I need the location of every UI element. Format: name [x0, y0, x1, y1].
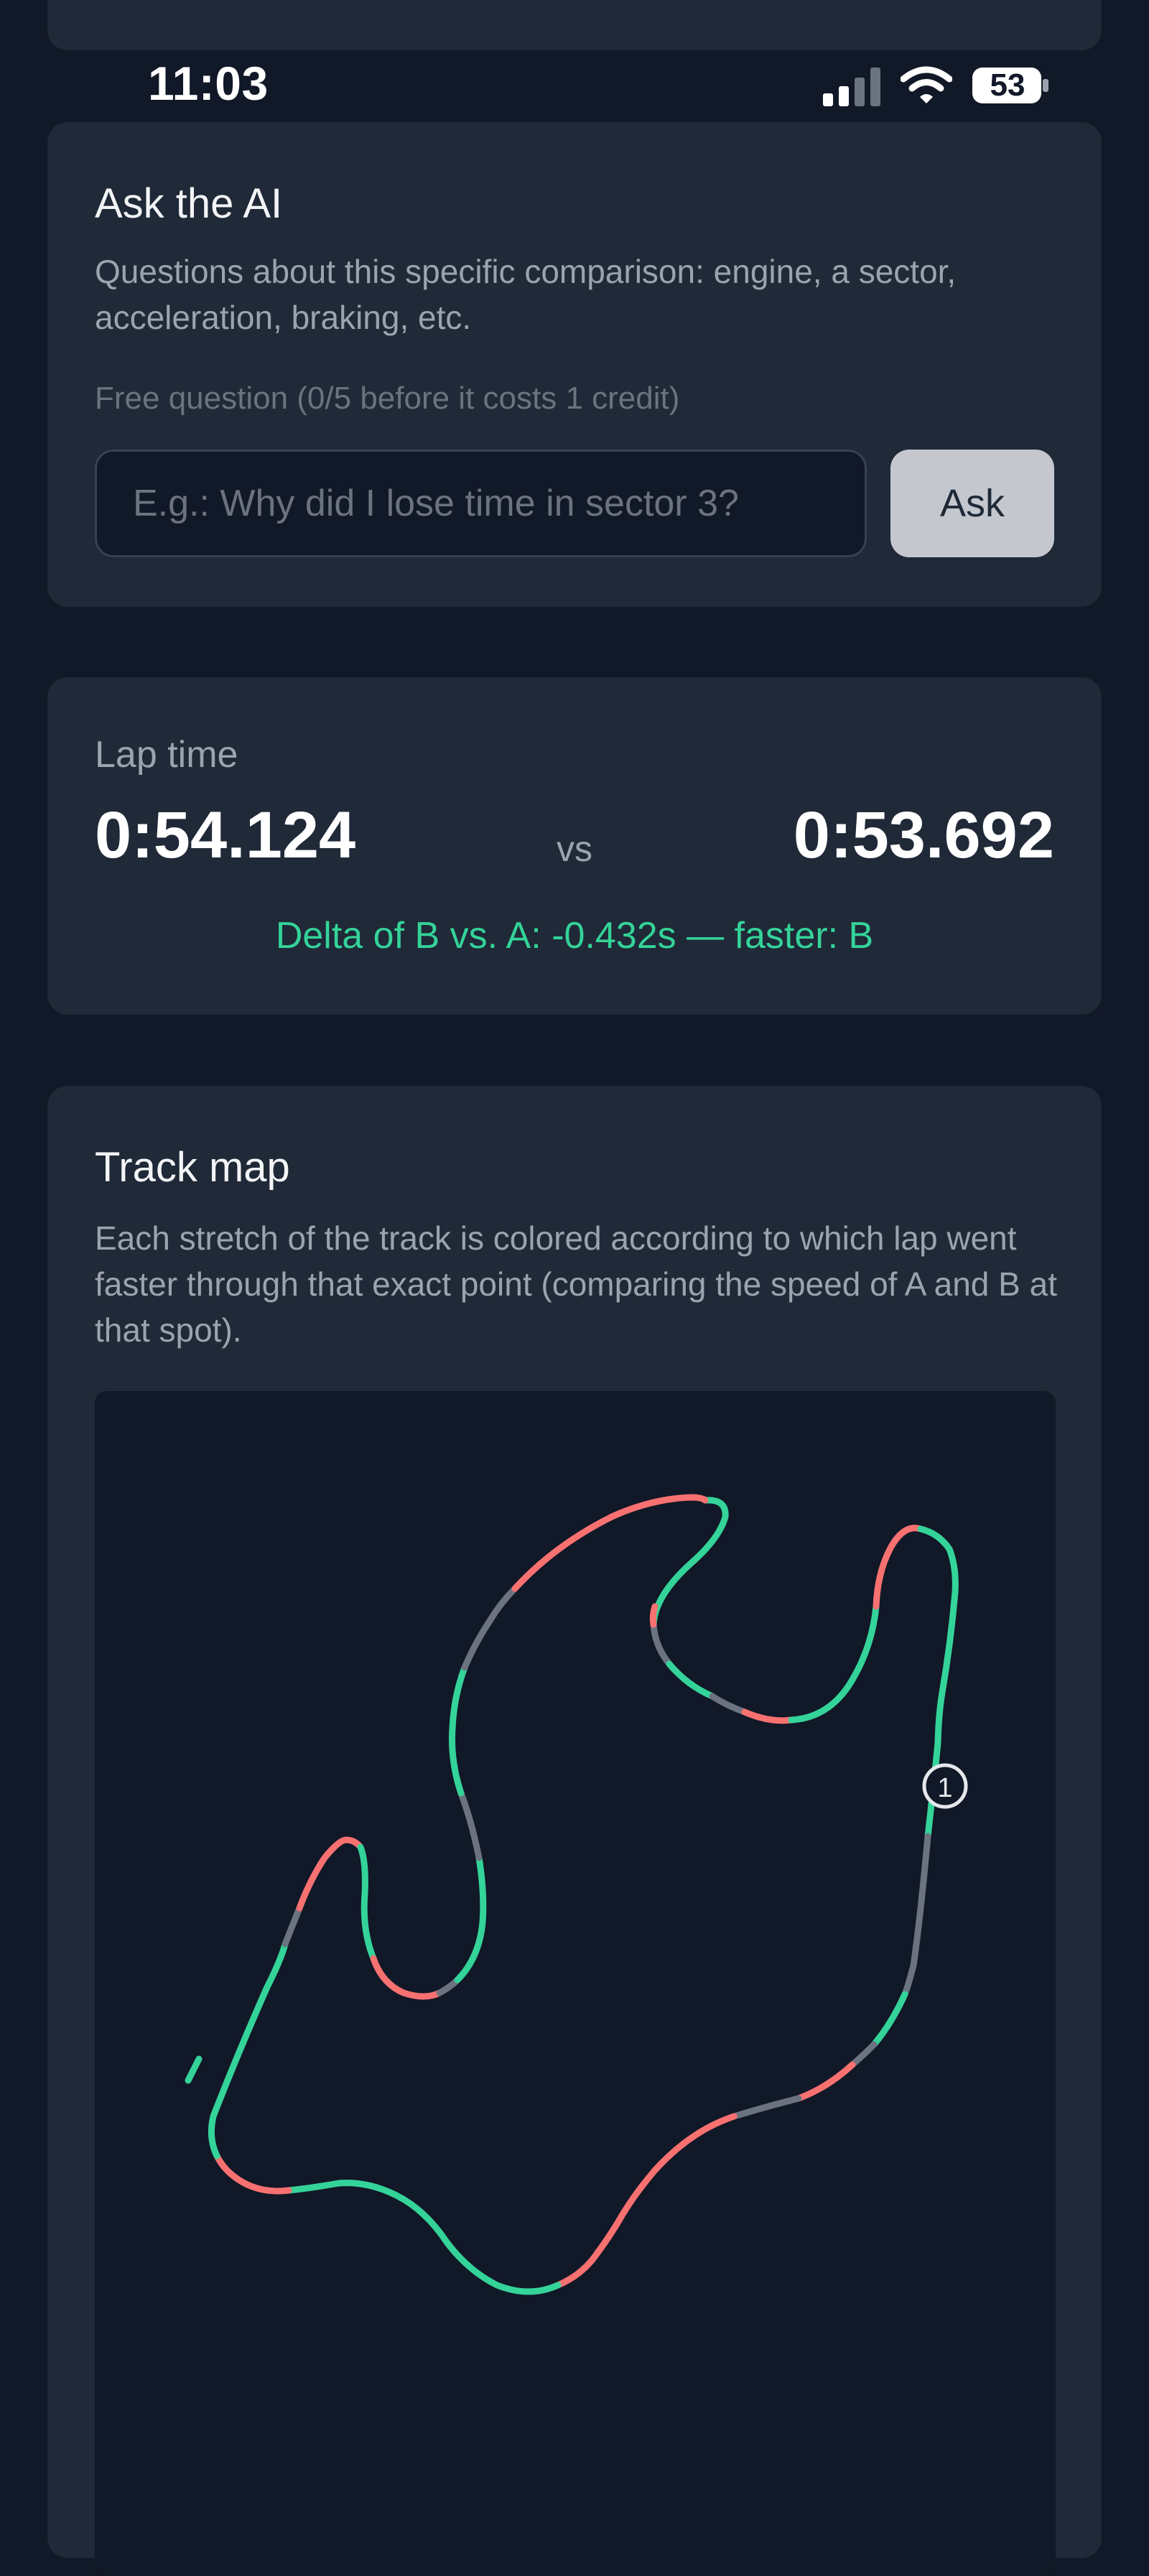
track-map-svg: 1 [185, 1494, 968, 2295]
track-map-description: Each stretch of the track is colored acc… [95, 1219, 1057, 1349]
track-segment [594, 2217, 623, 2256]
track-segment [795, 2061, 856, 2102]
track-segment [357, 1843, 377, 1962]
track-segment [213, 2152, 292, 2195]
track-segment [457, 1790, 483, 1861]
track-map-card: Track map Each stretch of the track is c… [47, 1086, 1102, 2576]
track-segment [917, 1525, 959, 1747]
wifi-icon [901, 66, 952, 103]
start-marker-label: 1 [937, 1773, 952, 1803]
track-segment [615, 2113, 738, 2224]
status-time: 11:03 [148, 57, 269, 110]
signal-icon [823, 68, 880, 106]
track-map-canvas[interactable]: 1 [95, 1391, 1056, 2576]
track-segment [282, 1905, 303, 1948]
track-segment [461, 1585, 518, 1671]
track-map-title: Track map [95, 1144, 290, 1191]
track-segment [666, 1660, 716, 1700]
track-segment [554, 2249, 601, 2289]
track-segment [741, 1708, 795, 1724]
start-marker: 1 [922, 1763, 968, 1809]
track-segment [650, 1621, 673, 1668]
track-segment [873, 1525, 924, 1610]
track-segment [449, 1664, 468, 1797]
lap-time-label: Lap time [95, 734, 238, 776]
lap-b-time: 0:53.692 [793, 799, 1054, 872]
track-segment [730, 2095, 802, 2120]
track-segment [901, 1833, 931, 1998]
track-segment [709, 1693, 748, 1716]
ask-ai-card: Ask the AI Questions about this specific… [47, 122, 1102, 607]
track-segment [649, 1603, 659, 1628]
free-question-note: Free question (0/5 before it costs 1 cre… [95, 381, 680, 416]
track-segment [650, 1497, 729, 1628]
track-segment [370, 1955, 443, 2000]
track-segment [208, 1940, 289, 2159]
track-segment [185, 2055, 203, 2084]
track-segment [849, 2041, 878, 2068]
question-input[interactable] [95, 450, 867, 557]
track-segment [870, 1991, 908, 2048]
track-segment [296, 1836, 364, 1912]
track-segment [454, 1854, 487, 1984]
ask-ai-title: Ask the AI [95, 180, 283, 227]
lap-delta: Delta of B vs. A: -0.432s — faster: B [275, 915, 874, 957]
lap-time-card: Lap time 0:54.124 vs 0:53.692 Delta of B… [47, 677, 1102, 1015]
track-segment [285, 2180, 562, 2295]
battery-level: 53 [990, 68, 1025, 103]
ask-button[interactable]: Ask [890, 450, 1054, 557]
track-segment [788, 1603, 880, 1724]
ask-ai-description: Questions about this specific comparison… [95, 253, 957, 336]
track-segment [436, 1976, 461, 1996]
